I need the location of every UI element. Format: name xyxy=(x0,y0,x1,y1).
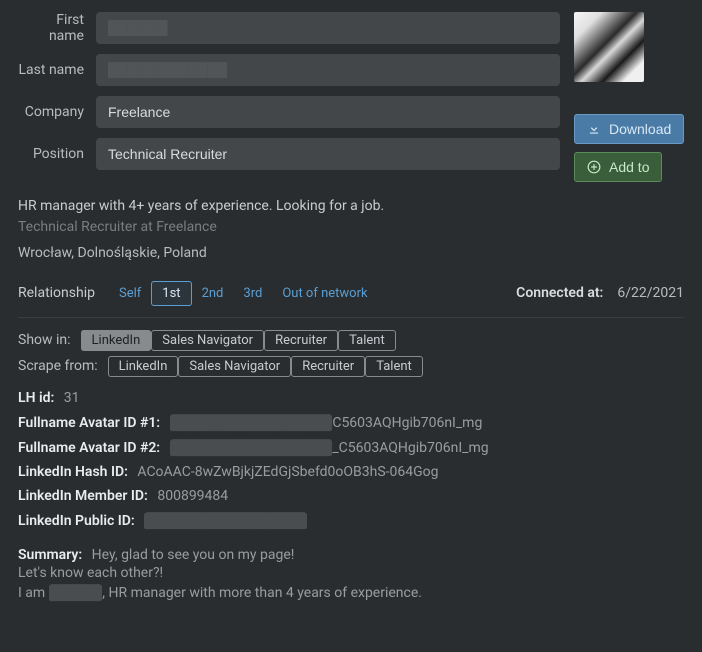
show-in-option-talent[interactable]: Talent xyxy=(338,330,396,351)
show-in-option-linkedin[interactable]: LinkedIn xyxy=(81,330,152,351)
connected-at-date: 6/22/2021 xyxy=(617,285,684,301)
avatar-id-1-redacted: ████████████████ xyxy=(170,415,333,431)
section-divider xyxy=(18,317,684,318)
relationship-option-1st[interactable]: 1st xyxy=(151,281,191,306)
lh-id-row: LH id: 31 xyxy=(18,390,684,406)
avatar-id-1-row: Fullname Avatar ID #1: ████████████████C… xyxy=(18,414,684,431)
scrape-from-option-talent[interactable]: Talent xyxy=(365,356,423,377)
summary-line-3: I am █████, HR manager with more than 4 … xyxy=(18,583,684,603)
hash-id-row: LinkedIn Hash ID: ACoAAC-8wZwBjkjZEdGjSb… xyxy=(18,464,684,480)
plus-circle-icon xyxy=(587,160,601,174)
addto-label: Add to xyxy=(609,159,649,175)
download-icon xyxy=(587,122,601,136)
avatar-id-2-row: Fullname Avatar ID #2: ████████████████_… xyxy=(18,439,684,456)
member-id-row: LinkedIn Member ID: 800899484 xyxy=(18,488,684,504)
summary-key: Summary: xyxy=(18,547,82,563)
hash-id-key: LinkedIn Hash ID: xyxy=(18,464,128,480)
last-name-label: Last name xyxy=(18,62,96,78)
avatar-id-2-key: Fullname Avatar ID #2: xyxy=(18,440,160,456)
last-name-input[interactable] xyxy=(96,54,560,86)
public-id-row: LinkedIn Public ID: ████████████████ xyxy=(18,512,684,529)
show-in-option-recruiter[interactable]: Recruiter xyxy=(264,330,338,351)
relationship-option-out-of-network[interactable]: Out of network xyxy=(272,282,377,305)
public-id-key: LinkedIn Public ID: xyxy=(18,513,135,529)
scrape-from-row: Scrape from: LinkedInSales NavigatorRecr… xyxy=(18,358,684,374)
scrape-from-option-recruiter[interactable]: Recruiter xyxy=(291,356,365,377)
download-button[interactable]: Download xyxy=(574,114,684,144)
relationship-option-2nd[interactable]: 2nd xyxy=(192,282,234,305)
show-in-option-sales-navigator[interactable]: Sales Navigator xyxy=(151,330,264,351)
first-name-label: First name xyxy=(18,12,96,44)
subhead: Technical Recruiter at Freelance xyxy=(18,219,684,235)
addto-button[interactable]: Add to xyxy=(574,152,662,182)
summary-line-1: Hey, glad to see you on my page! xyxy=(92,547,295,563)
first-name-input[interactable] xyxy=(96,12,560,44)
position-label: Position xyxy=(18,146,96,162)
avatar-id-1-key: Fullname Avatar ID #1: xyxy=(18,415,160,431)
scrape-from-label: Scrape from: xyxy=(18,358,98,374)
position-input[interactable] xyxy=(96,138,560,170)
scrape-from-option-linkedin[interactable]: LinkedIn xyxy=(108,356,179,377)
headline: HR manager with 4+ years of experience. … xyxy=(18,196,684,217)
connected-at-label: Connected at: xyxy=(516,285,603,301)
relationship-option-3rd[interactable]: 3rd xyxy=(233,282,272,305)
member-id-value: 800899484 xyxy=(157,488,228,504)
company-input[interactable] xyxy=(96,96,560,128)
download-label: Download xyxy=(609,121,671,137)
hash-id-value: ACoAAC-8wZwBjkjZEdGjSbefd0oOB3hS-064Gog xyxy=(137,464,438,480)
scrape-from-option-sales-navigator[interactable]: Sales Navigator xyxy=(178,356,291,377)
lh-id-value: 31 xyxy=(64,390,80,406)
company-label: Company xyxy=(18,104,96,120)
show-in-label: Show in: xyxy=(18,332,71,348)
lh-id-key: LH id: xyxy=(18,390,54,406)
relationship-option-self[interactable]: Self xyxy=(109,282,151,305)
profile-form: First name Last name Company Position xyxy=(18,12,560,190)
relationship-row: Relationship Self1st2nd3rdOut of network… xyxy=(18,285,684,301)
public-id-redacted: ████████████████ xyxy=(144,513,307,529)
show-in-row: Show in: LinkedInSales NavigatorRecruite… xyxy=(18,332,684,348)
member-id-key: LinkedIn Member ID: xyxy=(18,488,148,504)
avatar-id-2-redacted: ████████████████ xyxy=(170,440,333,456)
avatar-id-2-suffix: _C5603AQHgib706nI_mg xyxy=(332,440,488,456)
avatar xyxy=(574,12,644,82)
location: Wrocław, Dolnośląskie, Poland xyxy=(18,245,684,261)
summary-line-2: Let's know each other?! xyxy=(18,563,684,583)
relationship-label: Relationship xyxy=(18,285,95,301)
avatar-id-1-suffix: C5603AQHgib706nI_mg xyxy=(332,415,482,431)
